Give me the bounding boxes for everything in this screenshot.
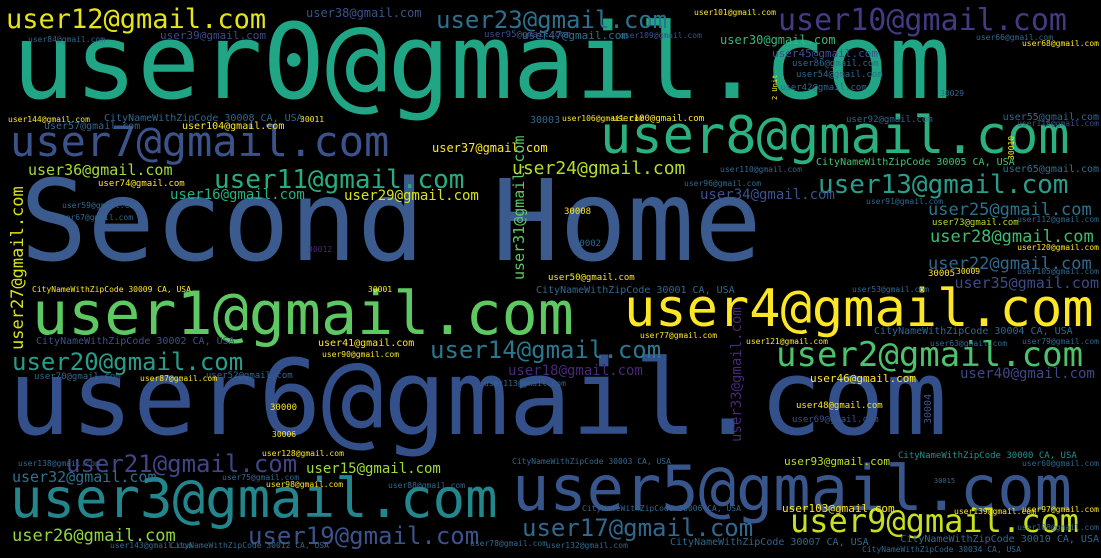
word-user15: user15@gmail.com xyxy=(306,461,441,477)
word-user54: user54@gmail.com xyxy=(796,70,883,80)
word-user48: user48@gmail.com xyxy=(796,401,883,411)
zip-30006: 30006 xyxy=(272,430,297,439)
word-user86: user86@gmail.com xyxy=(792,59,879,69)
word-user105: user105@gmail.com xyxy=(1017,267,1099,276)
word-user36: user36@gmail.com xyxy=(28,161,173,179)
word-user84: user84@gmail.com xyxy=(28,35,106,44)
word-user113: user113@gmail.com xyxy=(484,379,566,388)
city-30009: CityNameWithZipCode 30009 CA, USA xyxy=(32,285,191,294)
word-user108: user108@gmail.com xyxy=(1017,523,1099,532)
word-user78: user78@gmail.com xyxy=(470,539,548,548)
word-user33-vertical: user33@gmail.com xyxy=(729,307,745,442)
word-cloud: user0@gmail.com Second Home user6@gmail.… xyxy=(0,0,1101,558)
word-user106: user106@gmail.com xyxy=(562,114,644,123)
word-user37: user37@gmail.com xyxy=(432,141,548,155)
word-user138: user138@gmail.com xyxy=(18,459,100,468)
zip-30004-vertical: 30004 xyxy=(923,393,934,424)
word-user65: user65@gmail.com xyxy=(1002,164,1099,175)
word-user42: user42@gmail.com xyxy=(780,83,867,93)
city-30007: CityNameWithZipCode 30007 CA, USA xyxy=(670,537,869,548)
city-30034: CityNameWithZipCode 30034 CA, USA xyxy=(862,545,1021,554)
zip-30000: 30000 xyxy=(270,403,298,413)
word-user120: user120@gmail.com xyxy=(1017,243,1099,252)
zip-30003: 30003 xyxy=(530,115,561,126)
word-user24: user24@gmail.com xyxy=(512,158,686,179)
zip-30012: 30012 xyxy=(308,245,333,254)
word-user59: user59@gmail.com xyxy=(62,201,140,210)
city-30001: CityNameWithZipCode 30001 CA, USA xyxy=(536,285,735,296)
word-user34: user34@gmail.com xyxy=(700,187,835,203)
word-user132: user132@gmail.com xyxy=(546,541,628,550)
word-user79: user79@gmail.com xyxy=(1021,337,1099,346)
word-user116: user116@gmail.com xyxy=(1017,119,1099,128)
word-user70: user70@gmail.com xyxy=(34,372,121,382)
word-user68: user68@gmail.com xyxy=(1021,39,1099,48)
word-user38: user38@gmail.com xyxy=(306,6,422,20)
word-user10: user10@gmail.com xyxy=(778,3,1067,38)
word-user87: user87@gmail.com xyxy=(140,374,218,383)
word-user31-vertical: user31@gmail.com xyxy=(510,135,528,281)
word-user77: user77@gmail.com xyxy=(640,331,718,340)
word-user30: user30@gmail.com xyxy=(720,33,836,47)
city-30002: CityNameWithZipCode 30002 CA, USA xyxy=(36,336,235,347)
word-user67: user67@gmail.com xyxy=(56,213,134,222)
word-user91: user91@gmail.com xyxy=(866,197,944,206)
zip-30010-vertical: 30010 xyxy=(1007,135,1016,160)
city-30005: CityNameWithZipCode 30005 CA, USA xyxy=(816,157,1015,168)
word-user52: user52@gmail.com xyxy=(206,371,293,381)
zip-30015: 30015 xyxy=(934,477,956,485)
city-30012: CityNameWithZipCode 30012 CA, USA xyxy=(170,541,329,550)
city-30000: CityNameWithZipCode 30000 CA, USA xyxy=(898,451,1077,461)
zip-30009: 30009 xyxy=(956,267,981,276)
word-user96: user96@gmail.com xyxy=(684,179,762,188)
word-user121: user121@gmail.com xyxy=(746,337,828,346)
city-30003: CityNameWithZipCode 30003 CA, USA xyxy=(512,457,671,466)
word-user45: user45@gmail.com xyxy=(772,47,878,60)
word-user27-vertical: user27@gmail.com xyxy=(8,186,28,350)
word-user144: user144@gmail.com xyxy=(8,115,90,124)
word-user92: user92@gmail.com xyxy=(846,115,933,125)
word-user60: user60@gmail.com xyxy=(1021,459,1099,468)
word-user39: user39@gmail.com xyxy=(160,29,266,42)
word-user40: user40@gmail.com xyxy=(960,366,1095,382)
city-30008: CityNameWithZipCode 30008 CA, USA xyxy=(104,113,303,124)
zip-30005: 30005 xyxy=(928,269,956,279)
city-30010: CityNameWithZipCode 30010 CA, USA xyxy=(900,534,1099,545)
word-user46: user46@gmail.com xyxy=(810,372,916,385)
word-user90: user90@gmail.com xyxy=(322,350,400,359)
word-user128: user128@gmail.com xyxy=(262,449,344,458)
word-user32: user32@gmail.com xyxy=(12,468,157,486)
word-2-unit-vertical: 2 Unit xyxy=(771,74,779,100)
word-user109: user109@gmail.com xyxy=(620,31,702,40)
word-user16: user16@gmail.com xyxy=(170,187,305,203)
zip-30002: 30002 xyxy=(574,239,602,249)
word-user112: user112@gmail.com xyxy=(1017,215,1099,224)
word-user98: user98@gmail.com xyxy=(266,480,344,489)
zip-30029: 30029 xyxy=(940,89,965,98)
zip-30001: 30001 xyxy=(368,285,393,294)
word-user103: user103@gmail.com xyxy=(782,502,895,515)
word-user50: user50@gmail.com xyxy=(548,273,635,283)
word-user95: user95@gmail.com xyxy=(484,30,571,40)
word-user18: user18@gmail.com xyxy=(508,363,643,379)
word-user35: user35@gmail.com xyxy=(954,274,1100,292)
word-user14: user14@gmail.com xyxy=(430,336,662,364)
word-user101: user101@gmail.com xyxy=(694,8,776,17)
zip-30008: 30008 xyxy=(564,207,592,217)
city-30004: CityNameWithZipCode 30004 CA, USA xyxy=(874,326,1073,337)
word-user13: user13@gmail.com xyxy=(818,170,1069,200)
word-user74: user74@gmail.com xyxy=(98,179,185,189)
word-user69: user69@gmail.com xyxy=(792,415,879,425)
city-30006: CityNameWithZipCode 30006 CA, USA xyxy=(582,504,741,513)
word-user93: user93@gmail.com xyxy=(784,455,890,468)
word-user63: user63@gmail.com xyxy=(930,339,1008,348)
word-user41: user41@gmail.com xyxy=(318,338,415,349)
word-user97: user97@gmail.com xyxy=(1021,505,1099,514)
word-user88: user88@gmail.com xyxy=(388,481,466,490)
word-user53: user53@gmail.com xyxy=(852,285,930,294)
word-user29: user29@gmail.com xyxy=(344,188,479,204)
word-user73: user73@gmail.com xyxy=(932,218,1019,228)
word-user110: user110@gmail.com xyxy=(720,165,802,174)
zip-30011: 30011 xyxy=(300,115,325,124)
